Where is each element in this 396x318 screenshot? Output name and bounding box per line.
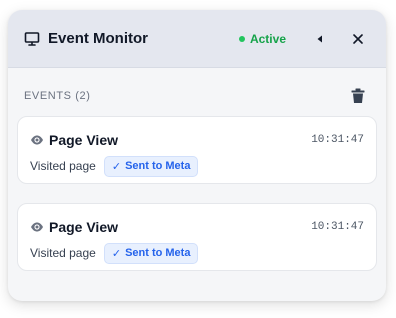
- monitor-icon: [24, 31, 40, 47]
- event-card[interactable]: Page View 10:31:47 Visited page ✓ Sent t…: [17, 203, 377, 271]
- events-count-label: EVENTS (2): [24, 90, 91, 102]
- event-name: Page View: [49, 132, 119, 148]
- event-list: Page View 10:31:47 Visited page ✓ Sent t…: [8, 116, 386, 271]
- check-icon: ✓: [111, 247, 122, 260]
- badge-label: Sent to Meta: [125, 160, 191, 172]
- event-description: Visited page: [30, 246, 96, 260]
- caret-left-icon: [317, 35, 322, 42]
- panel-header: Event Monitor Active: [8, 10, 386, 68]
- badge-label: Sent to Meta: [125, 247, 191, 259]
- events-toolbar: EVENTS (2): [8, 76, 386, 116]
- collapse-button[interactable]: [308, 27, 332, 51]
- clear-events-button[interactable]: [346, 84, 370, 108]
- panel-title: Event Monitor: [48, 30, 148, 47]
- event-timestamp: 10:31:47: [311, 134, 364, 146]
- eye-icon: [30, 220, 44, 234]
- status-indicator: Active: [238, 31, 286, 46]
- event-timestamp: 10:31:47: [311, 221, 364, 233]
- event-description: Visited page: [30, 159, 96, 173]
- sent-status-badge: ✓ Sent to Meta: [103, 155, 199, 177]
- close-icon: [353, 33, 363, 44]
- event-monitor-panel: Event Monitor Active EVENTS (2) Page Vie…: [8, 10, 386, 301]
- eye-icon: [30, 133, 44, 147]
- status-label: Active: [249, 31, 286, 46]
- close-button[interactable]: [346, 27, 370, 51]
- event-card[interactable]: Page View 10:31:47 Visited page ✓ Sent t…: [17, 116, 377, 184]
- event-name: Page View: [49, 219, 119, 235]
- check-icon: ✓: [111, 160, 122, 173]
- trash-icon: [351, 88, 365, 103]
- sent-status-badge: ✓ Sent to Meta: [103, 242, 199, 264]
- status-dot-icon: [238, 35, 245, 42]
